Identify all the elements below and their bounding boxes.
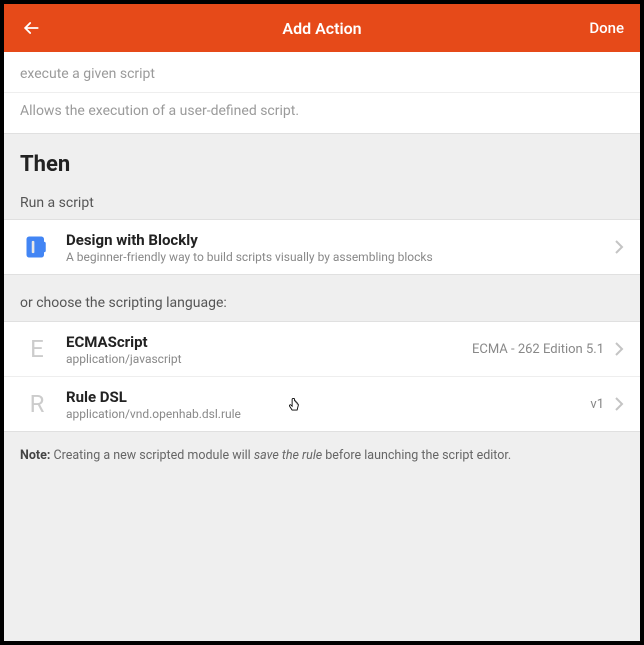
then-heading: Then <box>20 152 624 177</box>
lang-option-ecmascript[interactable]: E ECMAScript application/javascript ECMA… <box>4 322 640 377</box>
lang-title: ECMAScript <box>66 333 472 351</box>
chevron-right-icon <box>614 240 624 254</box>
chevron-right-icon <box>614 397 624 411</box>
lang-body: ECMAScript application/javascript <box>66 333 472 366</box>
blockly-body: Design with Blockly A beginner-friendly … <box>66 231 614 264</box>
lang-sub: application/javascript <box>66 352 472 366</box>
lang-meta: ECMA - 262 Edition 5.1 <box>472 342 604 357</box>
note-italic: save the rule <box>254 448 322 463</box>
or-choose-label: or choose the scripting language: <box>20 295 624 311</box>
lang-sub: application/vnd.openhab.dsl.rule <box>66 407 590 421</box>
blockly-list: Design with Blockly A beginner-friendly … <box>4 219 640 275</box>
lang-title: Rule DSL <box>66 388 590 406</box>
header-bar: Add Action Done <box>4 4 640 52</box>
lang-body: Rule DSL application/vnd.openhab.dsl.rul… <box>66 388 590 421</box>
app-frame: Add Action Done execute a given script A… <box>4 4 640 641</box>
note-after: before launching the script editor. <box>322 448 511 463</box>
action-name-text: execute a given script <box>4 52 640 93</box>
action-description-text: Allows the execution of a user-defined s… <box>4 93 640 133</box>
note-before: Creating a new scripted module will <box>50 448 253 463</box>
blockly-option[interactable]: Design with Blockly A beginner-friendly … <box>4 220 640 274</box>
page-title: Add Action <box>282 19 361 38</box>
lang-option-ruledsl[interactable]: R Rule DSL application/vnd.openhab.dsl.r… <box>4 377 640 431</box>
blockly-sub: A beginner-friendly way to build scripts… <box>66 250 614 264</box>
note-text: Note: Creating a new scripted module wil… <box>20 448 624 463</box>
chevron-right-icon <box>614 342 624 356</box>
blockly-title: Design with Blockly <box>66 231 614 249</box>
done-button[interactable]: Done <box>589 19 624 37</box>
blockly-icon <box>20 230 54 264</box>
language-list: E ECMAScript application/javascript ECMA… <box>4 321 640 432</box>
intro-block: execute a given script Allows the execut… <box>4 52 640 134</box>
run-script-label: Run a script <box>20 195 624 211</box>
back-arrow-icon <box>21 18 41 38</box>
note-prefix: Note: <box>20 448 50 463</box>
content-area: Then Run a script Design with Blockly A … <box>4 134 640 485</box>
back-button[interactable] <box>20 17 42 39</box>
lang-letter-icon: E <box>20 332 54 366</box>
lang-letter-icon: R <box>20 387 54 421</box>
lang-meta: v1 <box>590 397 604 412</box>
